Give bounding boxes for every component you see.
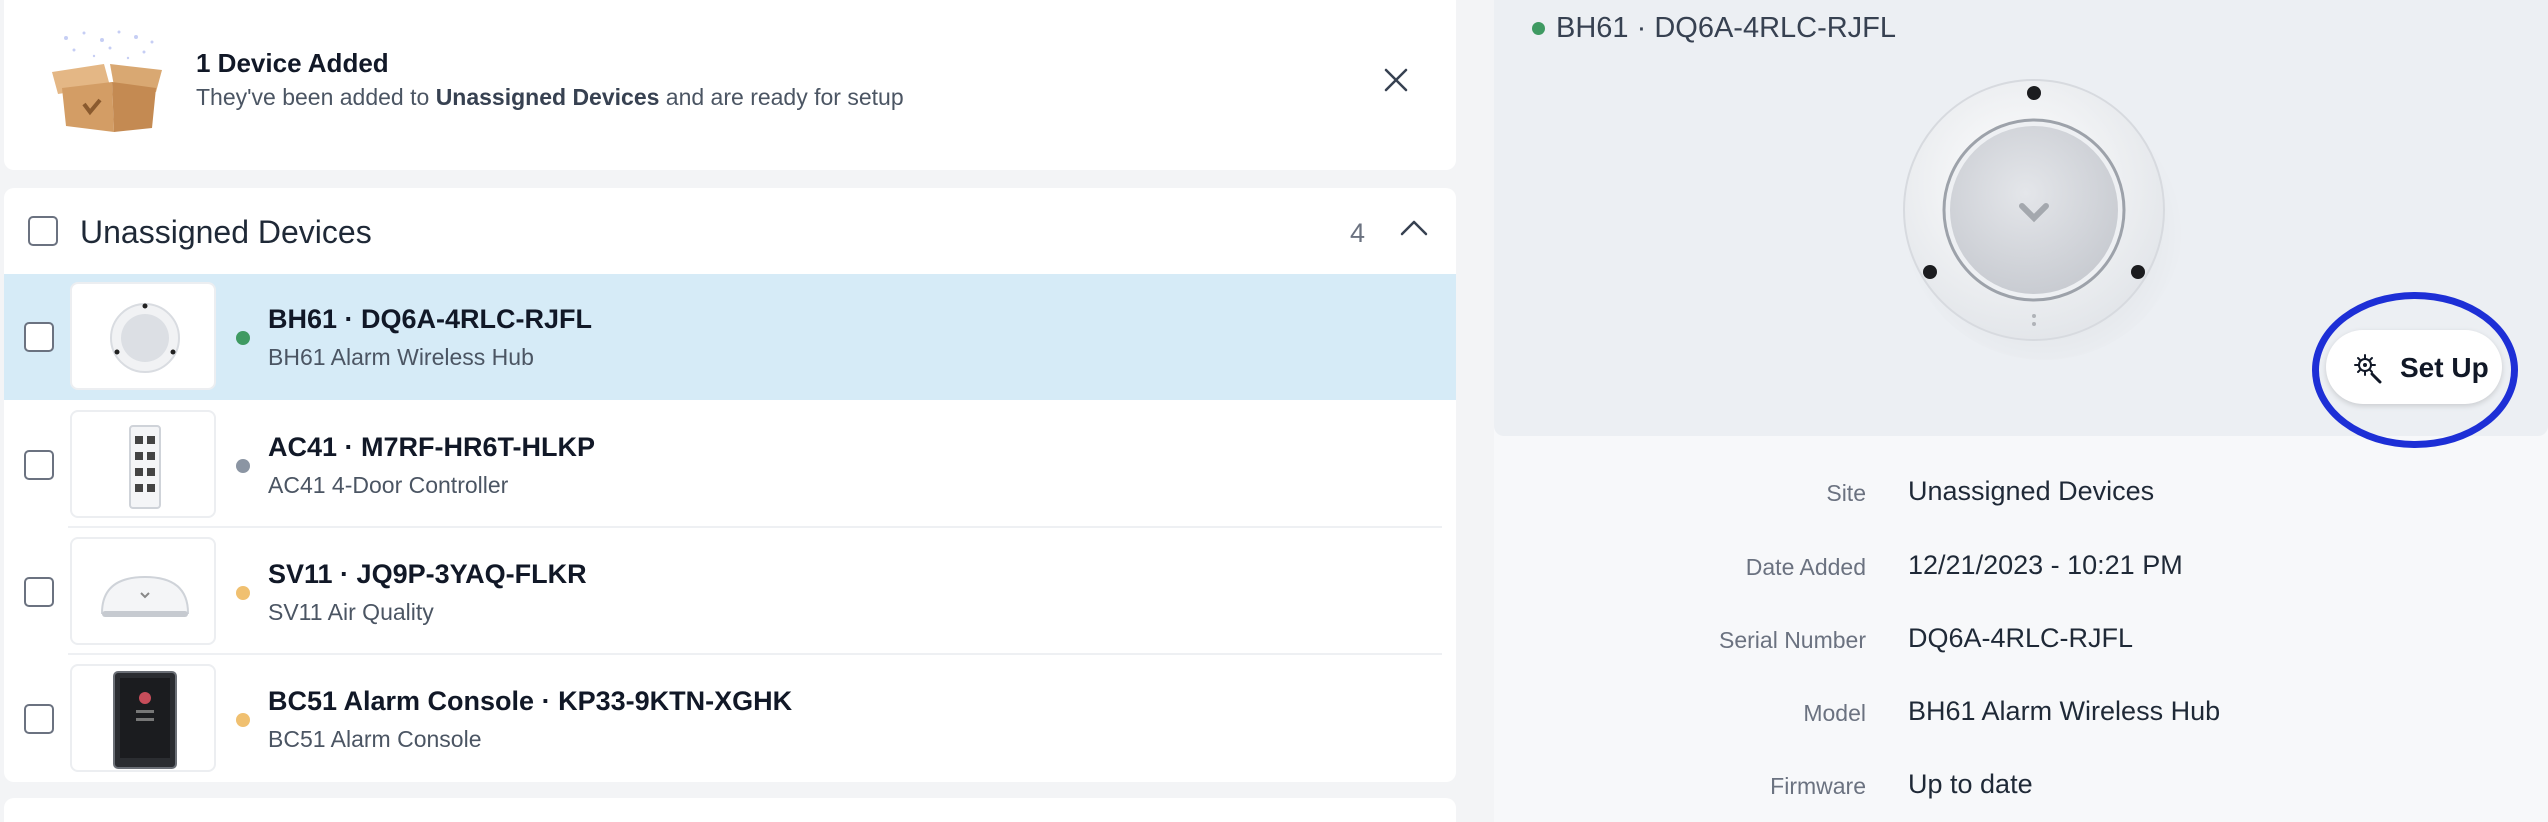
highlight-ring [2312, 292, 2518, 448]
next-section-card [4, 798, 1456, 822]
detail-row-model: Model BH61 Alarm Wireless Hub [1494, 690, 2548, 730]
select-all-checkbox[interactable] [28, 216, 58, 246]
unassigned-devices-card: Unassigned Devices 4 BH61 · DQ6A-4RLC-RJ… [4, 188, 1456, 782]
status-dot [236, 586, 250, 600]
device-thumbnail [70, 410, 216, 518]
hub-device-icon [1903, 79, 2184, 360]
device-checkbox[interactable] [24, 704, 54, 734]
list-header: Unassigned Devices 4 [4, 188, 1456, 274]
chevron-up-icon[interactable] [1394, 208, 1434, 248]
device-row-bh61[interactable]: BH61 · DQ6A-4RLC-RJFL BH61 Alarm Wireles… [4, 274, 1456, 400]
air-quality-thumbnail-icon [100, 575, 190, 617]
detail-label: Firmware [1770, 773, 1866, 799]
status-dot [236, 331, 250, 345]
status-dot [236, 713, 250, 727]
row-divider [68, 526, 1442, 528]
detail-value: DQ6A-4RLC-RJFL [1908, 623, 2134, 653]
detail-label: Model [1803, 700, 1866, 726]
device-row-ac41[interactable]: AC41 · M7RF-HR6T-HLKP AC41 4-Door Contro… [4, 402, 1456, 528]
detail-value: BH61 Alarm Wireless Hub [1908, 696, 2221, 726]
device-checkbox[interactable] [24, 577, 54, 607]
devices-added-banner: 1 Device Added They've been added to Una… [4, 0, 1456, 170]
banner-subtitle: They've been added to Unassigned Devices… [196, 84, 904, 110]
controller-thumbnail-icon [129, 425, 161, 509]
device-checkbox[interactable] [24, 322, 54, 352]
banner-title: 1 Device Added [196, 48, 389, 78]
device-subtitle: AC41 4-Door Controller [268, 472, 509, 498]
hub-thumbnail-icon [110, 303, 180, 373]
detail-row-serial-number: Serial Number DQ6A-4RLC-RJFL [1494, 617, 2548, 657]
detail-value: Unassigned Devices [1908, 476, 2155, 506]
box-illustration-icon [52, 30, 162, 132]
close-icon[interactable] [1376, 60, 1416, 100]
device-detail-panel: BH61 · DQ6A-4RLC-RJFL Set Up Site Unassi… [1494, 0, 2548, 822]
device-title: SV11 · JQ9P-3YAQ-FLKR [268, 559, 587, 589]
device-subtitle: BH61 Alarm Wireless Hub [268, 344, 534, 370]
detail-row-site: Site Unassigned Devices [1494, 470, 2548, 510]
detail-row-date-added: Date Added 12/21/2023 - 10:21 PM [1494, 544, 2548, 584]
detail-label: Date Added [1745, 554, 1866, 580]
console-thumbnail-icon [113, 671, 177, 769]
device-row-sv11[interactable]: SV11 · JQ9P-3YAQ-FLKR SV11 Air Quality [4, 529, 1456, 655]
device-title: BC51 Alarm Console · KP33-9KTN-XGHK [268, 686, 793, 716]
detail-value: Up to date [1908, 769, 2033, 799]
device-subtitle: SV11 Air Quality [268, 599, 434, 625]
device-count: 4 [1350, 218, 1366, 248]
detail-label: Site [1826, 480, 1866, 506]
status-dot [236, 459, 250, 473]
device-subtitle: BC51 Alarm Console [268, 726, 482, 752]
device-thumbnail [70, 282, 216, 390]
device-title: AC41 · M7RF-HR6T-HLKP [268, 432, 596, 462]
device-thumbnail [70, 664, 216, 772]
row-divider [68, 653, 1442, 655]
status-dot [1532, 22, 1545, 35]
list-title: Unassigned Devices [80, 214, 372, 250]
detail-value: 12/21/2023 - 10:21 PM [1908, 550, 2183, 580]
device-title: BH61 · DQ6A-4RLC-RJFL [268, 304, 593, 334]
detail-row-firmware: Firmware Up to date [1494, 763, 2548, 803]
device-row-bc51[interactable]: BC51 Alarm Console · KP33-9KTN-XGHK BC51… [4, 656, 1456, 782]
device-thumbnail [70, 537, 216, 645]
detail-title: BH61 · DQ6A-4RLC-RJFL [1556, 12, 1897, 44]
device-list-panel: 1 Device Added They've been added to Una… [0, 0, 1460, 822]
device-checkbox[interactable] [24, 450, 54, 480]
banner-site-name: Unassigned Devices [435, 84, 660, 110]
detail-label: Serial Number [1719, 627, 1866, 653]
